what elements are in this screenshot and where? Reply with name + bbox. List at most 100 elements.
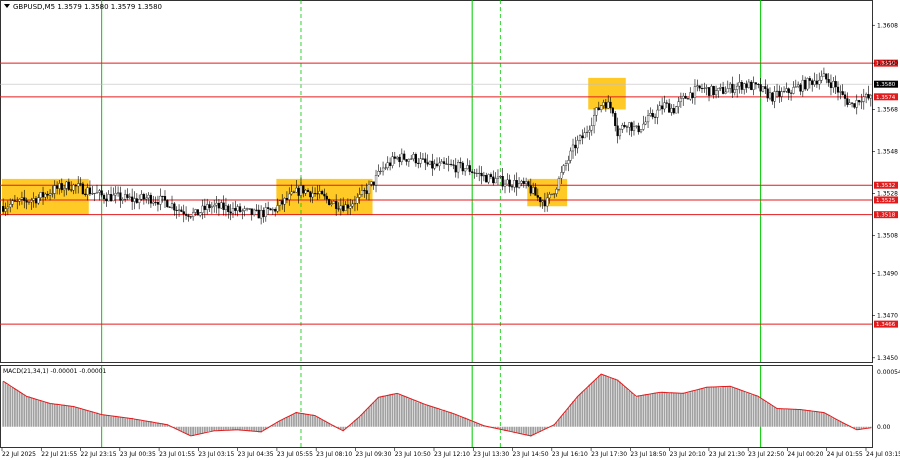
candle-body <box>297 187 300 196</box>
price-tick-label: 1.3450 <box>877 355 898 362</box>
candle-body <box>102 194 106 200</box>
candle-body <box>710 85 713 96</box>
candle-body <box>740 82 743 90</box>
candle-body <box>201 205 204 213</box>
candle-body <box>656 109 659 118</box>
candle-body <box>693 86 697 98</box>
candle-body <box>100 190 103 196</box>
candle-body <box>623 125 626 127</box>
candle-body <box>780 91 783 97</box>
candle-body <box>818 80 821 85</box>
candle-body <box>764 86 767 89</box>
candle-body <box>196 209 199 216</box>
time-tick-label: 23 Jul 00:35 <box>120 451 156 458</box>
candle-body <box>367 184 371 194</box>
candle-body <box>494 178 497 184</box>
candle-body <box>302 185 305 194</box>
candle-body <box>412 154 415 160</box>
time-tick-label: 23 Jul 20:10 <box>670 451 706 458</box>
candle-body <box>121 199 124 201</box>
candle-body <box>245 208 249 210</box>
candle-body <box>119 192 122 201</box>
candle-body <box>316 193 319 195</box>
candle-body <box>677 101 680 107</box>
candle-body <box>63 188 66 191</box>
candle-body <box>703 87 706 89</box>
price-chart[interactable]: 1.3590 1.3574 1.3532 1.3525 1.3518 1.3466 1.35… <box>0 0 900 460</box>
candle-body <box>743 83 746 90</box>
candle-body <box>41 192 45 198</box>
candle-body <box>522 180 525 185</box>
candle-body <box>773 91 776 102</box>
candle-body <box>154 201 157 203</box>
candle-body <box>288 193 291 200</box>
candle-body <box>574 144 577 149</box>
level-tag-label: 1.3525 <box>876 198 896 204</box>
time-tick-label: 23 Jul 13:30 <box>473 451 509 458</box>
candle-body <box>140 194 143 200</box>
candle-body <box>398 156 401 163</box>
candle-body <box>53 185 56 194</box>
candle-body <box>248 208 251 210</box>
candle-body <box>759 84 762 92</box>
candle-body <box>370 181 373 185</box>
candle-body <box>128 196 131 198</box>
candle-body <box>346 204 350 209</box>
candle-body <box>679 98 682 102</box>
candle-body <box>684 95 687 99</box>
candle-body <box>668 103 671 113</box>
candle-body <box>865 93 868 98</box>
candle-body <box>529 185 532 194</box>
candle-body <box>177 209 181 211</box>
candle-body <box>729 83 732 89</box>
candle-body <box>278 200 281 206</box>
candle-body <box>485 175 488 183</box>
candle-body <box>306 190 310 192</box>
candle-body <box>72 184 75 191</box>
time-tick-label: 24 Jul 01:55 <box>827 451 863 458</box>
candle-body <box>32 198 35 201</box>
candle-body <box>489 174 493 178</box>
candle-body <box>23 197 26 201</box>
candle-body <box>435 163 439 167</box>
candle-body <box>145 197 148 200</box>
candle-body <box>719 87 722 89</box>
candle-body <box>55 185 59 189</box>
candle-body <box>109 194 113 202</box>
candle-body <box>81 183 85 195</box>
candle-body <box>238 206 242 212</box>
candle-body <box>597 107 600 111</box>
candle-body <box>168 206 171 208</box>
candle-body <box>335 201 338 209</box>
candle-body <box>646 115 650 123</box>
candle-body <box>421 158 425 160</box>
candle-body <box>506 179 509 185</box>
candle-body <box>607 101 610 109</box>
candle-body <box>499 176 502 178</box>
candle-body <box>170 203 174 208</box>
candle-body <box>281 200 284 205</box>
candle-body <box>138 199 141 203</box>
candle-body <box>231 208 235 214</box>
candle-body <box>105 198 108 202</box>
candle-body <box>869 95 872 99</box>
candle-body <box>745 83 748 88</box>
candle-body <box>628 122 631 128</box>
candle-body <box>269 208 272 211</box>
candle-body <box>466 165 469 169</box>
candle-body <box>410 158 413 160</box>
candle-body <box>590 125 593 131</box>
candle-body <box>51 193 54 195</box>
candle-body <box>604 102 607 109</box>
time-tick-label: 22 Jul 2025 <box>2 451 36 458</box>
candle-body <box>356 197 359 204</box>
candle-body <box>536 195 539 198</box>
candle-body <box>18 199 21 202</box>
candle-body <box>534 187 537 196</box>
candle-body <box>653 116 657 118</box>
candle-body <box>820 76 823 81</box>
candle-body <box>771 92 774 102</box>
candle-body <box>131 196 134 202</box>
candle-body <box>2 206 5 212</box>
candle-body <box>724 91 727 94</box>
